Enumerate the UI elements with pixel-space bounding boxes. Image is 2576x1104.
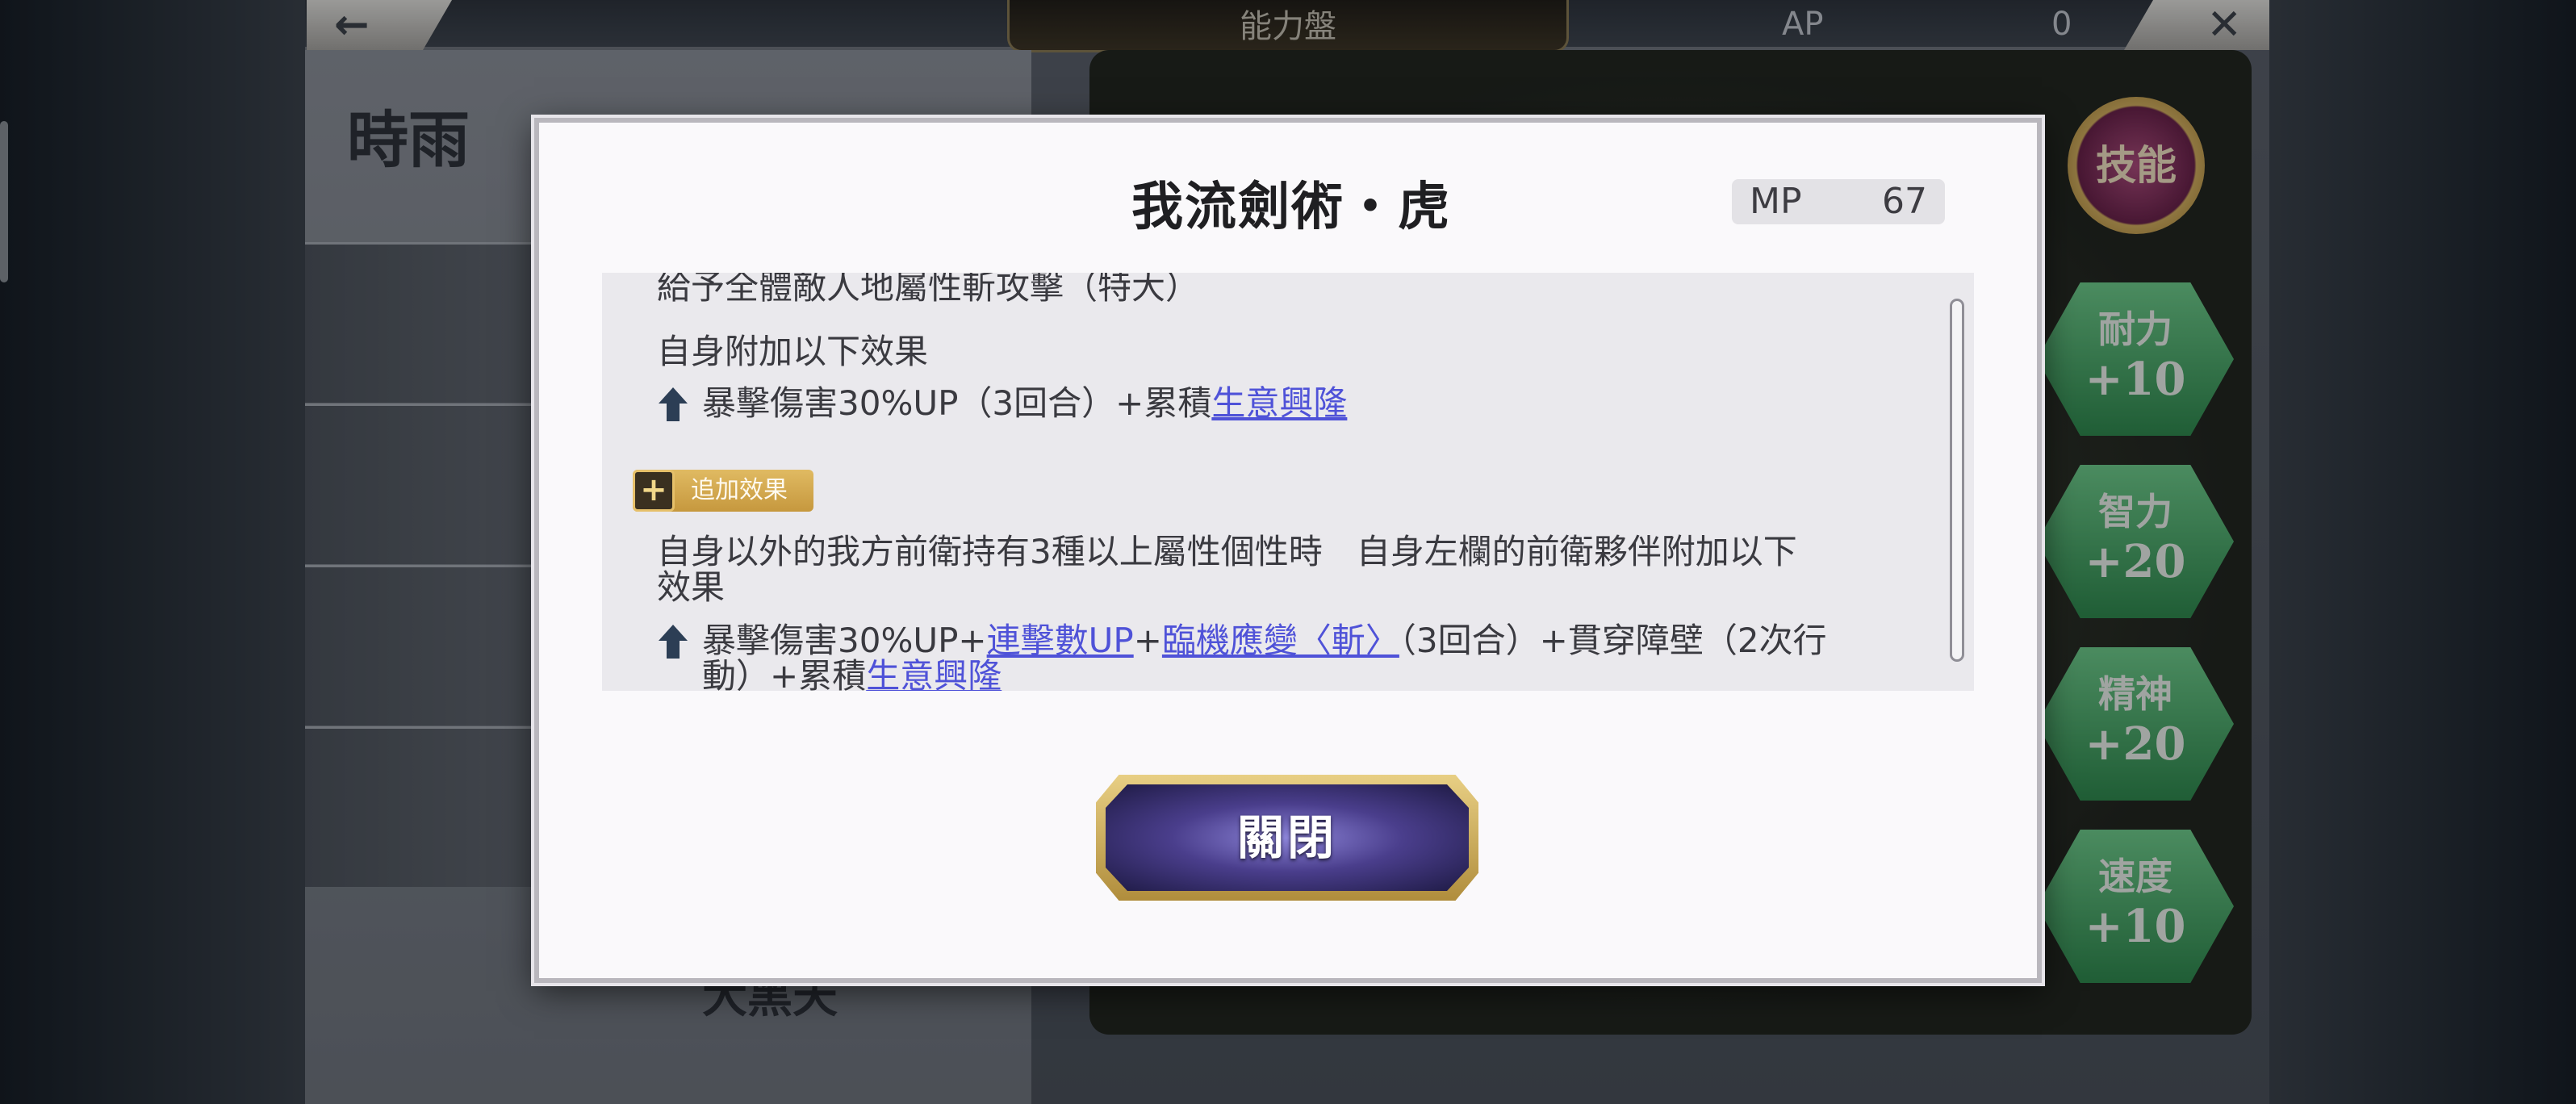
extra-effect-badge: + 追加效果 [633,470,813,512]
desc-line-crit-up: 暴擊傷害30%UP（3回合）+累積生意興隆 [702,383,1348,423]
skill-description[interactable]: 給予全體敵人地屬性斬攻擊（特大） 自身附加以下效果 暴擊傷害30%UP（3回合）… [602,273,1974,691]
plus-icon: + [633,470,675,512]
up-arrow-icon [659,625,688,659]
desc-line-attack: 給予全體敵人地屬性斬攻擊（特大） [657,273,1200,307]
keyword-link-adapt-slash[interactable]: 臨機應變〈斬〉 [1162,621,1399,660]
close-button[interactable]: 關閉 [1096,775,1478,901]
keyword-link-prosperity[interactable]: 生意興隆 [1211,383,1347,423]
up-arrow-icon [659,387,688,421]
mp-cost-badge: MP 67 [1732,179,1945,224]
mp-value: 67 [1882,181,1927,222]
skill-title: 我流劍術・虎 [1131,177,1451,237]
description-scrollbar[interactable] [1950,299,1964,662]
desc-line-condition: 自身以外的我方前衛持有3種以上屬性個性時 自身左欄的前衛夥伴附加以下 [657,532,1797,571]
keyword-link-prosperity[interactable]: 生意興隆 [866,656,1002,691]
desc-line-condition-cont: 效果 [657,567,726,607]
desc-line-ally-buff-cont: 動）+累積生意興隆 [702,655,1002,691]
keyword-link-combo-up[interactable]: 連擊數UP [987,621,1134,660]
extra-effect-label: 追加效果 [691,476,788,504]
desc-line-self-effect: 自身附加以下效果 [657,332,929,371]
mp-label: MP [1750,181,1802,222]
